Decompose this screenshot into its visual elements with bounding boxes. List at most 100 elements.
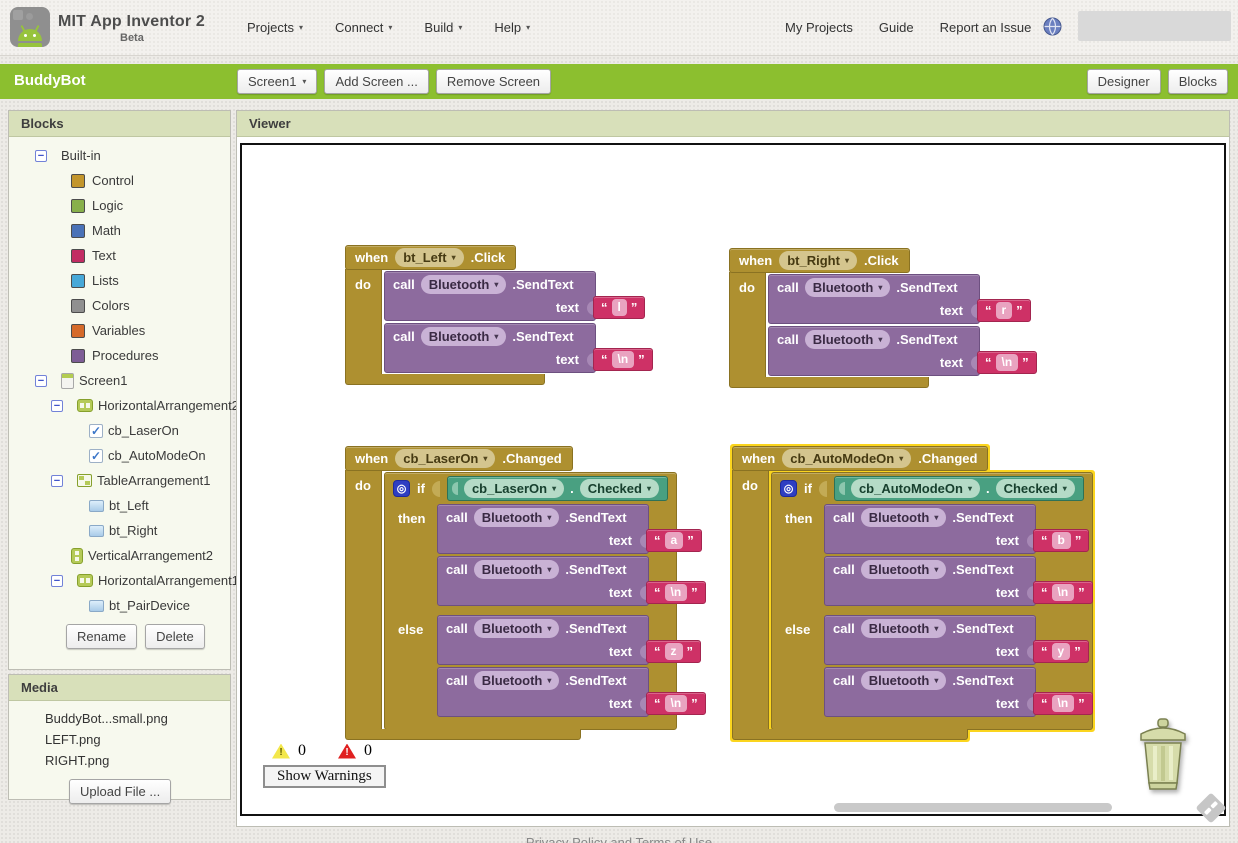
tree-item-cb-laseron[interactable]: ✓ cb_LaserOn [9,418,230,443]
string-value[interactable]: l [611,299,627,316]
component-dropdown[interactable]: Bluetooth ▾ [860,508,947,527]
show-warnings-button[interactable]: Show Warnings [263,765,386,788]
text-string-block[interactable]: “ a ” [646,529,702,552]
component-dropdown[interactable]: Bluetooth ▾ [473,560,560,579]
call-sendtext-block[interactable]: call Bluetooth ▾ .SendText [824,667,1093,717]
string-value[interactable]: z [664,643,683,660]
string-value[interactable]: \n [611,351,635,368]
string-value[interactable]: \n [995,354,1019,371]
component-dropdown[interactable]: Bluetooth ▾ [860,671,947,690]
text-string-block[interactable]: “ \n ” [977,351,1037,374]
language-globe-icon[interactable] [1043,17,1062,41]
blockly-logo-icon[interactable] [1195,792,1227,824]
menu-build[interactable]: Build ▾ [424,20,462,35]
palette-item-lists[interactable]: Lists [9,268,230,293]
string-value[interactable]: \n [664,584,688,601]
tree-item-cb-automodeon[interactable]: ✓ cb_AutoModeOn [9,443,230,468]
tree-item-bt-left[interactable]: bt_Left [9,493,230,518]
tree-item-builtin[interactable]: − Built-in [9,143,230,168]
palette-item-control[interactable]: Control [9,168,230,193]
checked-property-getter-block[interactable]: cb_AutoModeOn ▾ . Checked ▾ [833,476,1084,501]
add-screen-button[interactable]: Add Screen ... [324,69,429,94]
call-sendtext-block[interactable]: call Bluetooth ▾ .SendText text [768,274,1031,324]
media-file[interactable]: RIGHT.png [45,753,230,774]
component-dropdown[interactable]: Bluetooth ▾ [860,619,947,638]
component-dropdown[interactable]: cb_AutoModeOn ▾ [782,449,912,468]
menu-help[interactable]: Help ▾ [494,20,530,35]
string-value[interactable]: b [1051,532,1071,549]
palette-item-variables[interactable]: Variables [9,318,230,343]
event-block-bt-right-click[interactable]: when bt_Right ▾ .Click do call Bluetooth… [729,248,1037,388]
text-string-block[interactable]: “ \n ” [1033,692,1093,715]
remove-screen-button[interactable]: Remove Screen [435,69,552,94]
text-string-block[interactable]: “ \n ” [1033,581,1093,604]
call-sendtext-block[interactable]: call Bluetooth ▾ .SendText [437,615,701,665]
link-guide[interactable]: Guide [879,20,914,35]
component-dropdown[interactable]: Bluetooth ▾ [420,327,507,346]
text-string-block[interactable]: “ \n ” [593,348,653,371]
mutator-gear-icon[interactable]: ◎ [393,480,410,497]
rename-button[interactable]: Rename [66,624,138,649]
call-sendtext-block[interactable]: call Bluetooth ▾ .SendText [824,556,1093,606]
component-dropdown[interactable]: Bluetooth ▾ [804,330,891,349]
text-string-block[interactable]: “ z ” [646,640,701,663]
tree-item-tablearrangement1[interactable]: − TableArrangement1 [9,468,230,493]
blocks-canvas[interactable]: when bt_Left ▾ .Click do call Bluetooth … [240,143,1227,824]
screen-selector-button[interactable]: Screen1 ▾ [237,69,318,94]
event-block-bt-left-click[interactable]: when bt_Left ▾ .Click do call Bluetooth … [345,245,653,385]
app-inventor-logo-icon[interactable] [10,7,50,47]
mutator-gear-icon[interactable]: ◎ [780,480,797,497]
palette-item-text[interactable]: Text [9,243,230,268]
string-value[interactable]: \n [1051,584,1075,601]
component-dropdown[interactable]: Bluetooth ▾ [860,560,947,579]
event-block-cb-automodeon-changed[interactable]: when cb_AutoModeOn ▾ .Changed do ◎ if cb… [732,446,1093,740]
menu-connect[interactable]: Connect ▾ [335,20,392,35]
component-dropdown[interactable]: Bluetooth ▾ [473,671,560,690]
when-block-header[interactable]: when cb_AutoModeOn ▾ .Changed [732,446,989,471]
text-string-block[interactable]: “ \n ” [646,581,706,604]
if-else-block[interactable]: ◎ if cb_LaserOn ▾ . Checked ▾ then call … [384,472,706,730]
palette-item-math[interactable]: Math [9,218,230,243]
string-value[interactable]: \n [1051,695,1075,712]
property-dropdown[interactable]: Checked ▾ [579,479,659,498]
component-dropdown[interactable]: Bluetooth ▾ [420,275,507,294]
menu-projects[interactable]: Projects ▾ [247,20,303,35]
when-block-header[interactable]: when cb_LaserOn ▾ .Changed [345,446,573,471]
string-value[interactable]: y [1051,643,1071,660]
call-sendtext-block[interactable]: call Bluetooth ▾ .SendText text [384,271,646,321]
tree-item-verticalarrangement2[interactable]: VerticalArrangement2 [9,543,230,568]
call-sendtext-block[interactable]: call Bluetooth ▾ .SendText [437,667,706,717]
link-report-an-issue[interactable]: Report an Issue [940,20,1032,35]
call-sendtext-block[interactable]: call Bluetooth ▾ .SendText text [768,326,1037,376]
component-dropdown[interactable]: Bluetooth ▾ [804,278,891,297]
tree-item-horizontalarrangement1[interactable]: − HorizontalArrangement1 [9,568,239,593]
string-value[interactable]: r [995,302,1013,319]
trash-can-icon[interactable] [1132,717,1194,798]
call-sendtext-block[interactable]: call Bluetooth ▾ .SendText [437,556,706,606]
palette-item-colors[interactable]: Colors [9,293,230,318]
text-string-block[interactable]: “ \n ” [646,692,706,715]
tree-item-bt-right[interactable]: bt_Right [9,518,230,543]
collapse-minus-icon[interactable]: − [51,574,63,587]
component-dropdown[interactable]: bt_Left ▾ [395,248,464,267]
string-value[interactable]: \n [664,695,688,712]
text-string-block[interactable]: “ y ” [1033,640,1089,663]
call-sendtext-block[interactable]: call Bluetooth ▾ .SendText [824,615,1089,665]
call-sendtext-block[interactable]: call Bluetooth ▾ .SendText [437,504,702,554]
component-dropdown[interactable]: Bluetooth ▾ [473,619,560,638]
collapse-minus-icon[interactable]: − [51,474,63,487]
media-file[interactable]: LEFT.png [45,732,230,753]
tree-item-horizontalarrangement2[interactable]: − HorizontalArrangement2 [9,393,239,418]
tree-item-bt-pairdevice[interactable]: bt_PairDevice [9,593,230,618]
collapse-minus-icon[interactable]: − [35,149,47,162]
horizontal-scrollbar[interactable] [834,803,1112,812]
component-dropdown[interactable]: cb_LaserOn ▾ [463,479,565,498]
text-string-block[interactable]: “ l ” [593,296,646,319]
when-block-header[interactable]: when bt_Left ▾ .Click [345,245,517,270]
palette-item-logic[interactable]: Logic [9,193,230,218]
collapse-minus-icon[interactable]: − [35,374,47,387]
link-my-projects[interactable]: My Projects [785,20,853,35]
palette-item-procedures[interactable]: Procedures [9,343,230,368]
collapse-minus-icon[interactable]: − [51,399,63,412]
upload-file-button[interactable]: Upload File ... [69,779,172,804]
